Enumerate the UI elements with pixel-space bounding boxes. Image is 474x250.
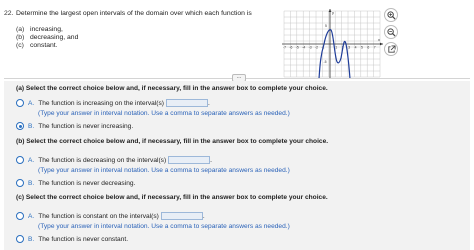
zoom-in-button[interactable]: [384, 8, 398, 22]
x-tick-label: 6: [367, 46, 369, 50]
hint-text: (Type your answer in interval notation. …: [38, 167, 290, 174]
question-text: Determine the largest open intervals of …: [16, 10, 252, 17]
x-tick-label: -7: [283, 46, 286, 50]
x-tick-label: -5: [296, 46, 299, 50]
part-letter: (a): [16, 26, 25, 33]
choice-b-option-b[interactable]: B. The function is never decreasing.: [16, 179, 135, 187]
choice-c-option-a[interactable]: A. The function is constant on the inter…: [16, 212, 205, 220]
y-tick-label: -5: [324, 60, 327, 64]
choice-letter: A.: [28, 99, 35, 107]
choice-b-option-a[interactable]: A. The function is decreasing on the int…: [16, 156, 212, 164]
answer-input[interactable]: [160, 212, 203, 220]
x-axis-arrow: [380, 42, 383, 46]
x-tick-label: -6: [289, 46, 292, 50]
function-graph: y x 5 -5 -7 -6 -5 -4 -3 -2 -1 1 2 3 4 5 …: [282, 9, 383, 80]
choice-end: .: [202, 212, 205, 220]
choice-a-option-b[interactable]: B. The function is never increasing.: [16, 122, 133, 130]
x-tick-label: 5: [361, 46, 363, 50]
part-text: decreasing, and: [30, 34, 79, 41]
choice-letter: A.: [28, 212, 35, 220]
part-b: (b) decreasing, and: [16, 34, 78, 42]
choice-text: The function is constant on the interval…: [38, 212, 159, 220]
part-c: (c) constant.: [16, 42, 78, 50]
part-text: increasing,: [30, 26, 63, 33]
choice-letter: B.: [28, 122, 35, 130]
x-tick-label: 1: [335, 46, 337, 50]
radio-button[interactable]: [16, 212, 24, 220]
x-tick-label: -2: [315, 46, 318, 50]
part-letter: (c): [16, 42, 24, 49]
x-tick-label: 7: [374, 46, 376, 50]
choice-text: The function is decreasing on the interv…: [38, 156, 167, 164]
radio-button[interactable]: [16, 156, 24, 164]
radio-button-selected[interactable]: [16, 122, 24, 130]
choice-letter: A.: [28, 156, 35, 164]
choice-text: The function is never increasing.: [38, 122, 134, 130]
part-a: (a) increasing,: [16, 26, 78, 34]
choice-end: .: [210, 156, 212, 164]
prompt-c: (c) Select the correct choice below and,…: [16, 194, 328, 201]
zoom-out-icon: [386, 27, 396, 37]
x-tick-label: -3: [309, 46, 312, 50]
choice-text: The function is increasing on the interv…: [38, 99, 164, 107]
choice-c-option-b[interactable]: B. The function is never constant.: [16, 235, 128, 243]
choice-text: The function is never constant.: [38, 235, 129, 243]
hint-text: (Type your answer in interval notation. …: [38, 110, 290, 117]
open-external-icon: [387, 44, 396, 53]
x-tick-label: 3: [348, 46, 350, 50]
function-curve: [318, 29, 351, 80]
x-tick-label: 4: [355, 46, 357, 50]
radio-button[interactable]: [16, 179, 24, 187]
part-text: constant.: [30, 42, 58, 49]
zoom-out-button[interactable]: [384, 25, 398, 39]
radio-button[interactable]: [16, 99, 24, 107]
answer-input[interactable]: [168, 156, 211, 164]
answer-input[interactable]: [165, 99, 208, 107]
radio-button[interactable]: [16, 235, 24, 243]
y-axis-arrow: [328, 9, 332, 12]
x-axis-label: x: [378, 37, 380, 42]
question-number: 22.: [4, 10, 14, 17]
hint-text: (Type your answer in interval notation. …: [38, 223, 290, 230]
choice-text: The function is never decreasing.: [38, 179, 136, 187]
zoom-in-icon: [386, 10, 396, 20]
x-tick-labels: -7 -6 -5 -4 -3 -2 -1 1 2 3 4 5 6 7: [283, 46, 376, 50]
open-external-button[interactable]: [384, 42, 398, 56]
choice-a-option-a[interactable]: A. The function is increasing on the int…: [16, 99, 210, 107]
prompt-a: (a) Select the correct choice below and,…: [16, 85, 328, 92]
choice-end: .: [207, 99, 210, 107]
choice-letter: B.: [28, 179, 35, 187]
question-parts: (a) increasing, (b) decreasing, and (c) …: [16, 26, 78, 50]
y-tick-label: 5: [325, 24, 327, 28]
prompt-b: (b) Select the correct choice below and,…: [16, 138, 329, 145]
x-tick-label: -4: [302, 46, 305, 50]
y-axis-label: y: [332, 10, 334, 15]
choice-letter: B.: [28, 235, 35, 243]
part-letter: (b): [16, 34, 25, 41]
